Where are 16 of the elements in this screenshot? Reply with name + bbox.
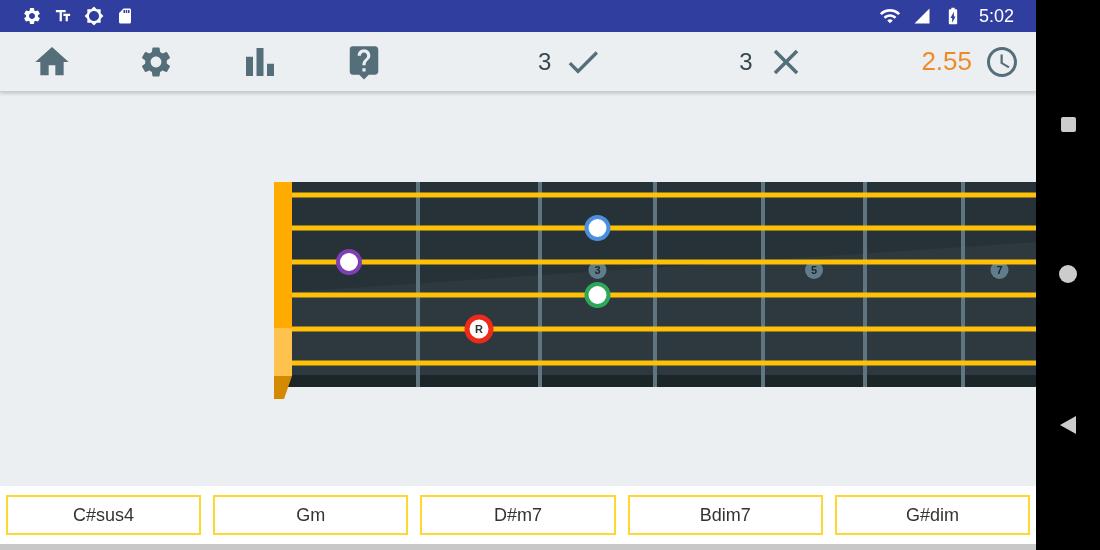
recents-icon[interactable] — [1060, 116, 1076, 132]
answer-button[interactable]: C#sus4 — [6, 495, 202, 535]
back-icon[interactable] — [1060, 415, 1076, 434]
wrong-count: 3 — [739, 47, 753, 76]
answer-button[interactable]: Bdim7 — [627, 495, 823, 535]
answer-button[interactable]: G#dim — [834, 495, 1030, 535]
timer-value: 2.55 — [921, 46, 972, 77]
answer-button[interactable]: Gm — [213, 495, 409, 535]
correct-count: 3 — [538, 47, 552, 76]
signal-icon — [912, 7, 931, 25]
status-time: 5:02 — [978, 5, 1014, 27]
home-icon[interactable] — [1059, 264, 1077, 283]
settings-icon — [22, 6, 42, 26]
answer-button[interactable]: D#m7 — [420, 495, 616, 535]
root-note-dot: R — [464, 314, 494, 344]
sd-card-icon — [116, 7, 134, 25]
